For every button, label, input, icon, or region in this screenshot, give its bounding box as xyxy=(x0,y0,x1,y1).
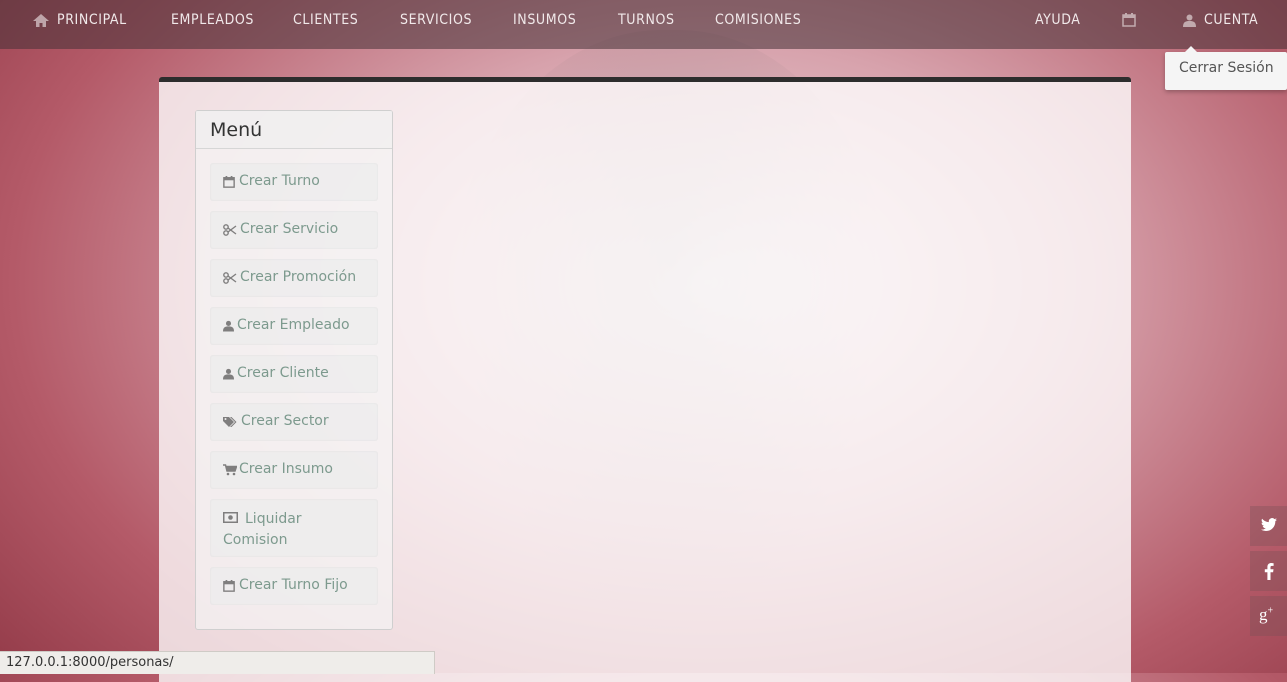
menu-item-crear-sector[interactable]: Crear Sector xyxy=(210,403,378,441)
nav-principal-label: PRINCIPAL xyxy=(57,12,127,28)
menu-item-crear-turno-fijo[interactable]: Crear Turno Fijo xyxy=(210,567,378,605)
account-dropdown: Cerrar Sesión xyxy=(1165,46,1287,90)
menu-item-crear-empleado[interactable]: Crear Empleado xyxy=(210,307,378,345)
scissors-icon xyxy=(223,272,237,284)
menu-title: Menú xyxy=(210,119,263,141)
menu-item-crear-promocion[interactable]: Crear Promoción xyxy=(210,259,378,297)
status-url: 127.0.0.1:8000/personas/ xyxy=(6,655,174,670)
nav-ayuda[interactable]: AYUDA xyxy=(1035,0,1081,40)
google-plus-button[interactable]: g+ xyxy=(1250,596,1287,636)
nav-cuenta[interactable]: CUENTA xyxy=(1183,0,1258,40)
nav-turnos[interactable]: TURNOS xyxy=(618,0,675,40)
menu-item-label: Crear Servicio xyxy=(240,221,339,237)
scissors-icon xyxy=(223,224,237,236)
nav-clientes[interactable]: CLIENTES xyxy=(293,0,358,40)
logout-link[interactable]: Cerrar Sesión xyxy=(1179,60,1274,76)
calendar-icon xyxy=(223,176,235,188)
menu-item-liquidar-comision[interactable]: Liquidar Comision xyxy=(210,499,378,557)
menu-item-label: Crear Turno xyxy=(239,173,320,189)
nav-servicios[interactable]: SERVICIOS xyxy=(400,0,472,40)
home-icon xyxy=(33,13,49,27)
menu-item-label: Crear Cliente xyxy=(237,365,329,381)
menu-item-crear-turno[interactable]: Crear Turno xyxy=(210,163,378,201)
calendar-icon xyxy=(223,580,235,592)
menu-item-label: Liquidar Comision xyxy=(223,511,302,548)
browser-status-bar: 127.0.0.1:8000/personas/ xyxy=(0,651,435,674)
menu-item-crear-insumo[interactable]: Crear Insumo xyxy=(210,451,378,489)
menu-item-label: Crear Promoción xyxy=(240,269,357,285)
calendar-icon xyxy=(1122,13,1136,27)
menu-item-crear-servicio[interactable]: Crear Servicio xyxy=(210,211,378,249)
top-navbar: PRINCIPAL EMPLEADOS CLIENTES SERVICIOS I… xyxy=(0,0,1287,49)
user-icon xyxy=(223,368,234,380)
menu-item-label: Crear Sector xyxy=(241,413,329,429)
menu-item-crear-cliente[interactable]: Crear Cliente xyxy=(210,355,378,393)
google-plus-icon: g+ xyxy=(1259,605,1274,624)
cart-icon xyxy=(223,464,237,476)
nav-empleados[interactable]: EMPLEADOS xyxy=(171,0,254,40)
user-icon xyxy=(1183,14,1196,27)
menu-item-label: Crear Turno Fijo xyxy=(239,577,348,593)
twitter-button[interactable] xyxy=(1250,506,1287,546)
nav-principal[interactable]: PRINCIPAL xyxy=(33,0,127,40)
nav-calendar[interactable] xyxy=(1122,0,1144,40)
sidebar-menu: Menú Crear Turno Crear Servicio Crear Pr… xyxy=(195,110,393,630)
nav-cuenta-label: CUENTA xyxy=(1204,12,1259,28)
menu-item-label: Crear Empleado xyxy=(237,317,350,333)
tags-icon xyxy=(223,416,238,428)
menu-item-label: Crear Insumo xyxy=(239,461,333,477)
nav-insumos[interactable]: INSUMOS xyxy=(513,0,576,40)
menu-header: Menú xyxy=(196,111,392,149)
nav-comisiones[interactable]: COMISIONES xyxy=(715,0,801,40)
facebook-button[interactable] xyxy=(1250,551,1287,591)
user-icon xyxy=(223,320,234,332)
